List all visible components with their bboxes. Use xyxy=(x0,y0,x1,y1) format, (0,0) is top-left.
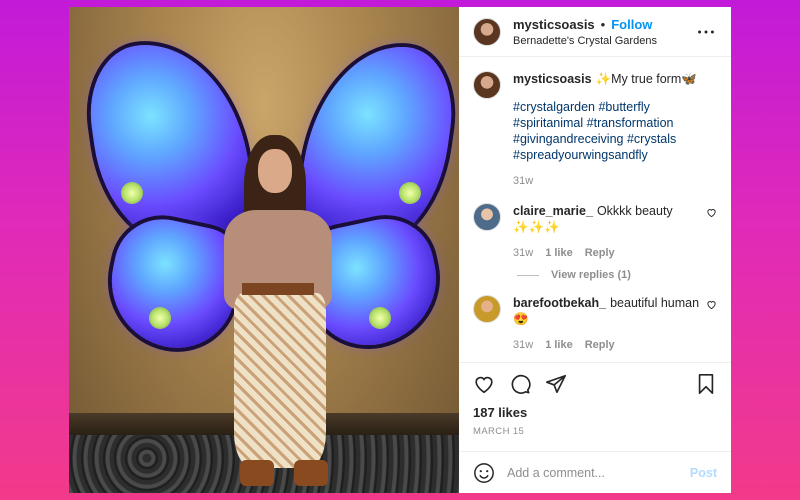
comment-meta: 31w 1 like Reply xyxy=(513,245,700,261)
comment-username[interactable]: claire_marie_ xyxy=(513,204,593,218)
view-replies-label[interactable]: View replies (1) xyxy=(551,269,631,281)
bookmark-icon[interactable] xyxy=(695,373,717,395)
post-comment-button[interactable]: Post xyxy=(690,466,717,480)
comment-likes[interactable]: 1 like xyxy=(545,337,573,353)
comment-time[interactable]: 31w xyxy=(513,245,533,261)
comment-input[interactable] xyxy=(507,465,678,480)
person-belt xyxy=(242,283,314,295)
commenter-avatar[interactable] xyxy=(473,203,501,231)
comment-like-icon[interactable] xyxy=(706,207,717,218)
caption-avatar[interactable] xyxy=(473,71,501,99)
wing-spot xyxy=(149,307,171,329)
person-figure xyxy=(214,135,344,486)
comment-meta: 31w 1 like Reply xyxy=(513,337,700,353)
post-sidebar: mysticsoasis • Follow Bernadette's Cryst… xyxy=(459,7,731,493)
person-boot-left xyxy=(240,460,274,486)
caption-body: mysticsoasis ✨My true form🦋 #crystalgarde… xyxy=(513,71,717,189)
comment-item: claire_marie_ Okkkk beauty ✨✨✨ 31w 1 like… xyxy=(473,203,717,261)
share-icon[interactable] xyxy=(545,373,567,395)
emoji-icon[interactable] xyxy=(473,462,495,484)
author-meta: mysticsoasis • Follow Bernadette's Cryst… xyxy=(513,17,695,47)
action-bar xyxy=(459,363,731,405)
comment-like-icon[interactable] xyxy=(706,299,717,310)
comment-icon[interactable] xyxy=(509,373,531,395)
caption-comment: mysticsoasis ✨My true form🦋 #crystalgarde… xyxy=(473,71,717,189)
wing-spot xyxy=(399,182,421,204)
post-date[interactable]: MARCH 15 xyxy=(459,420,731,437)
post-header: mysticsoasis • Follow Bernadette's Cryst… xyxy=(459,7,731,57)
person-skirt xyxy=(234,293,326,468)
caption-username[interactable]: mysticsoasis xyxy=(513,72,592,86)
caption-hashtags[interactable]: #crystalgarden #butterfly #spiritanimal … xyxy=(513,99,717,163)
heart-icon[interactable] xyxy=(473,373,495,395)
separator-dot: • xyxy=(600,16,606,32)
replies-line xyxy=(517,274,539,276)
follow-button[interactable]: Follow xyxy=(611,17,652,32)
comment-username[interactable]: barefootbekah_ xyxy=(513,296,606,310)
view-replies[interactable]: View replies (1) xyxy=(517,269,717,281)
comments-section: mysticsoasis ✨My true form🦋 #crystalgarde… xyxy=(459,57,731,363)
person-boot-right xyxy=(294,460,328,486)
wing-spot xyxy=(121,182,143,204)
add-comment-bar: Post xyxy=(459,451,731,493)
caption-meta: 31w xyxy=(513,173,717,189)
author-username[interactable]: mysticsoasis xyxy=(513,17,595,32)
likes-count[interactable]: 187 likes xyxy=(459,405,731,420)
wing-spot xyxy=(369,307,391,329)
commenter-avatar[interactable] xyxy=(473,295,501,323)
comment-item: barefootbekah_ beautiful human 😍 31w 1 li… xyxy=(473,295,717,353)
person-face xyxy=(258,149,292,193)
author-line: mysticsoasis • Follow xyxy=(513,17,695,32)
post-location[interactable]: Bernadette's Crystal Gardens xyxy=(513,35,695,47)
instagram-post: mysticsoasis • Follow Bernadette's Cryst… xyxy=(69,7,731,493)
comment-body: claire_marie_ Okkkk beauty ✨✨✨ 31w 1 like… xyxy=(513,203,700,261)
post-photo[interactable] xyxy=(69,7,459,493)
caption-time[interactable]: 31w xyxy=(513,173,533,189)
caption-text: ✨My true form🦋 xyxy=(595,72,697,86)
comment-likes[interactable]: 1 like xyxy=(545,245,573,261)
comment-body: barefootbekah_ beautiful human 😍 31w 1 li… xyxy=(513,295,700,353)
comment-time[interactable]: 31w xyxy=(513,337,533,353)
reply-button[interactable]: Reply xyxy=(585,337,615,353)
reply-button[interactable]: Reply xyxy=(585,245,615,261)
more-options-icon[interactable] xyxy=(695,21,717,43)
author-avatar[interactable] xyxy=(473,17,501,46)
